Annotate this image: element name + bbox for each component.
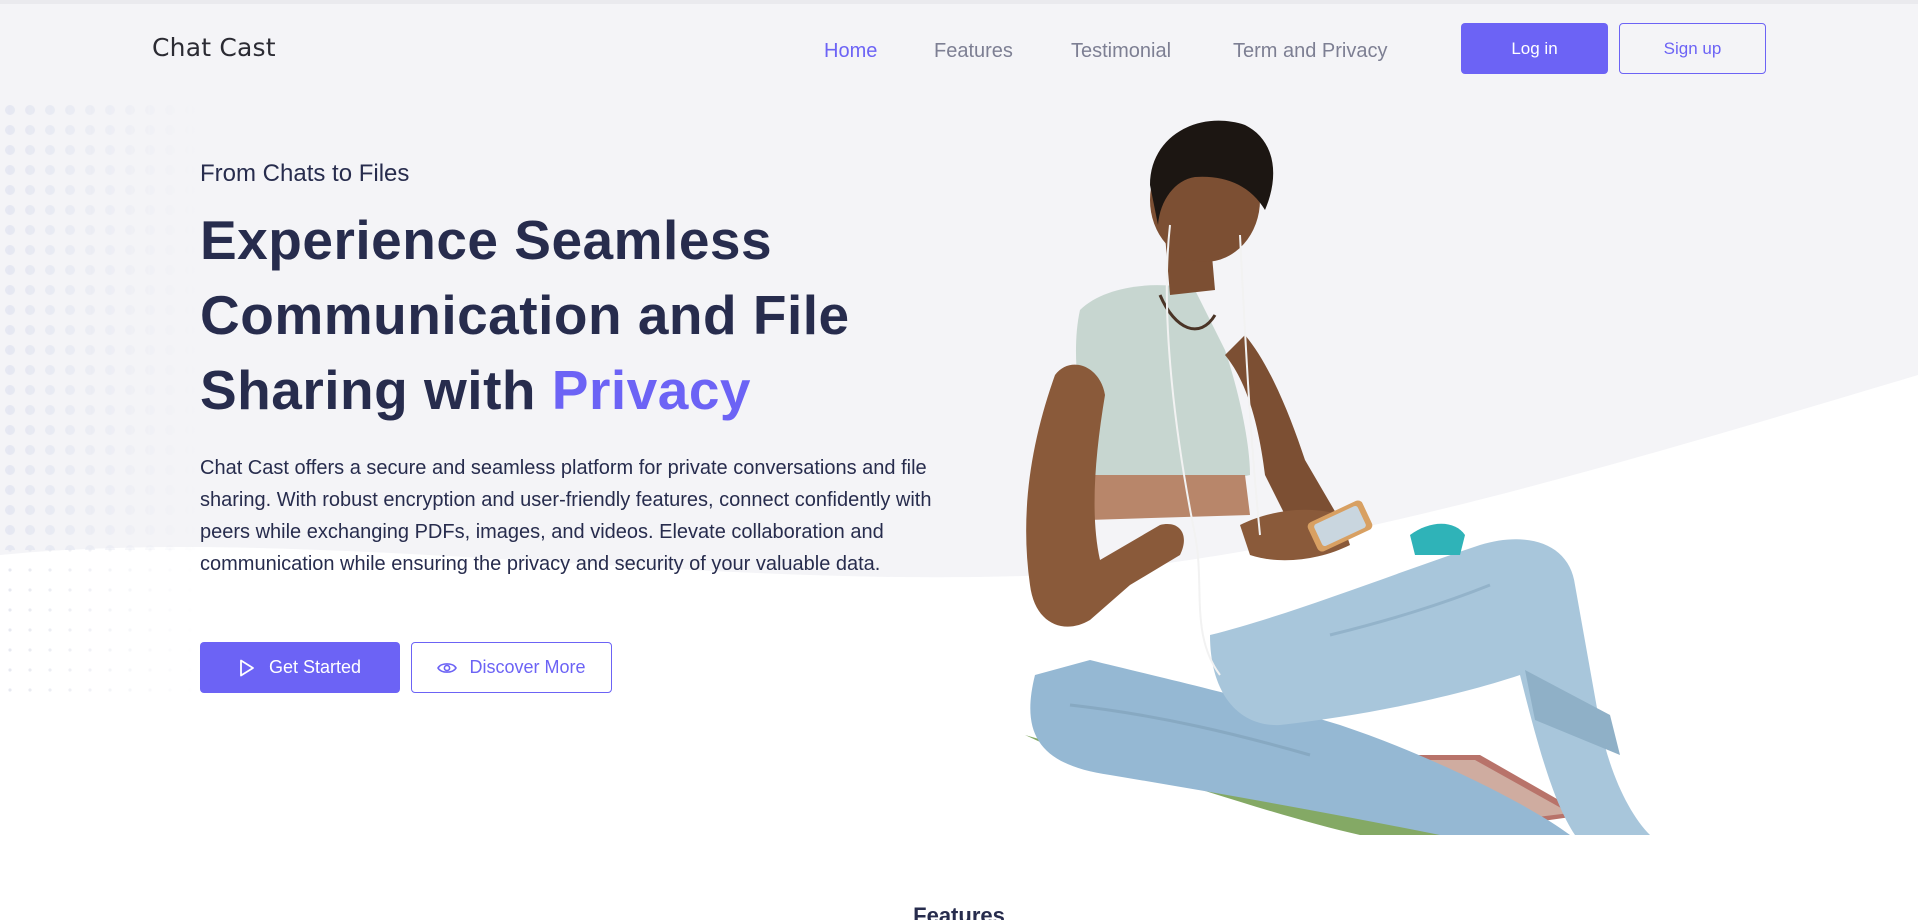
headline-accent: Privacy	[551, 359, 752, 421]
play-icon	[239, 659, 255, 677]
nav-home[interactable]: Home	[824, 40, 877, 63]
get-started-label: Get Started	[268, 657, 362, 677]
headline-main: Experience Seamless Communication and Fi…	[200, 209, 850, 421]
hero-eyebrow: From Chats to Files	[200, 160, 410, 187]
nav-features[interactable]: Features	[934, 40, 1013, 63]
features-section-title: Features	[913, 903, 1005, 920]
eye-icon	[437, 661, 458, 675]
hero-image	[1025, 120, 1650, 835]
login-button[interactable]: Log in	[1461, 23, 1608, 74]
nav-testimonial[interactable]: Testimonial	[1071, 40, 1171, 63]
hero-description: Chat Cast offers a secure and seamless p…	[200, 457, 932, 575]
discover-more-button[interactable]: Discover More	[411, 642, 612, 693]
brand-logo[interactable]: Chat Cast	[152, 33, 276, 62]
nav-terms-privacy[interactable]: Term and Privacy	[1233, 40, 1388, 63]
get-started-button[interactable]: Get Started	[200, 642, 400, 693]
site-header: Chat Cast Home Features Testimonial Term…	[0, 0, 1918, 100]
discover-more-label: Discover More	[469, 657, 586, 677]
signup-button[interactable]: Sign up	[1619, 23, 1766, 74]
hero-headline: Experience Seamless Communication and Fi…	[200, 203, 920, 428]
